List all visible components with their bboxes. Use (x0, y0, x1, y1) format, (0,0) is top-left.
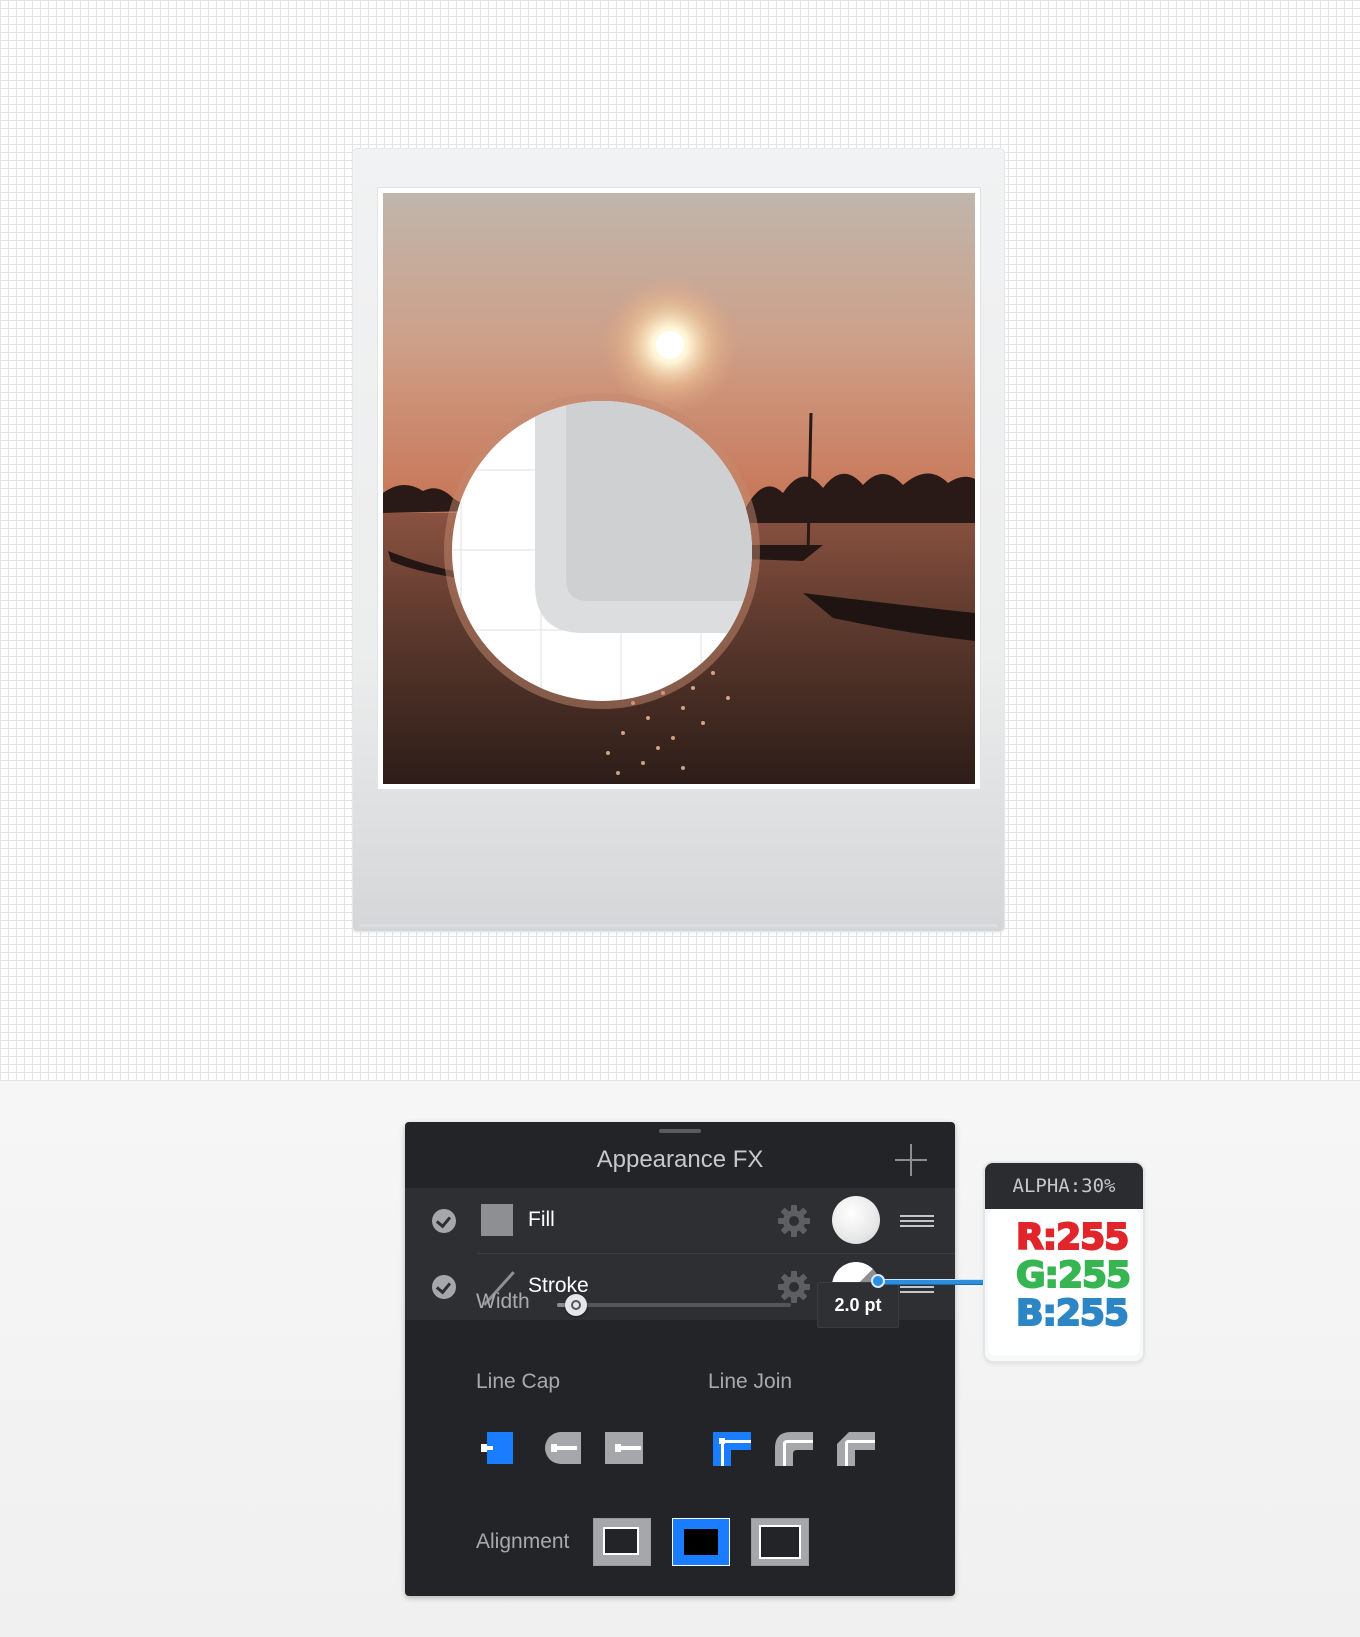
fill-settings-gear-icon[interactable] (777, 1204, 811, 1238)
line-cap-label: Line Cap (476, 1370, 561, 1393)
align-outside-button[interactable] (751, 1518, 809, 1566)
align-outside-icon (759, 1525, 801, 1559)
fill-drag-handle-icon[interactable] (900, 1215, 934, 1227)
line-join-label: Line Join (708, 1370, 793, 1393)
butt-cap-icon[interactable] (481, 1430, 521, 1466)
stroke-visibility-check-icon[interactable] (432, 1275, 456, 1299)
add-effect-button[interactable] (895, 1144, 927, 1176)
callout-connector-line (878, 1279, 985, 1285)
fill-row[interactable]: Fill (405, 1188, 955, 1254)
square-cap-icon[interactable] (603, 1430, 643, 1466)
alignment-label: Alignment (476, 1530, 570, 1553)
red-value: R:255 (1015, 1217, 1130, 1258)
round-join-icon[interactable] (773, 1430, 813, 1466)
width-value-field[interactable]: 2.0 pt (817, 1282, 899, 1328)
round-cap-icon[interactable] (541, 1430, 581, 1466)
rgb-values: R:255 G:255 B:255 (988, 1209, 1140, 1355)
color-value-callout: ALPHA:30% R:255 G:255 B:255 (985, 1163, 1143, 1361)
sunset-photo[interactable] (383, 193, 975, 784)
alpha-value: ALPHA:30% (985, 1163, 1143, 1209)
fill-color-swatch[interactable] (832, 1196, 880, 1244)
fill-square-icon (481, 1204, 513, 1236)
align-center-button[interactable] (672, 1518, 730, 1566)
width-slider-knob[interactable] (564, 1294, 587, 1316)
align-inside-button[interactable] (593, 1518, 651, 1566)
panel-drag-handle[interactable] (659, 1129, 701, 1133)
width-label: Width (476, 1290, 530, 1313)
miter-join-icon[interactable] (711, 1430, 751, 1466)
align-inside-icon (603, 1527, 639, 1555)
stroke-settings-gear-icon[interactable] (777, 1270, 811, 1304)
bevel-join-icon[interactable] (835, 1430, 875, 1466)
fill-label: Fill (528, 1208, 555, 1231)
fill-visibility-check-icon[interactable] (432, 1209, 456, 1233)
callout-anchor-dot (871, 1274, 885, 1288)
green-value: G:255 (1015, 1255, 1132, 1296)
blue-value: B:255 (1015, 1293, 1130, 1334)
width-slider-track[interactable] (557, 1303, 791, 1307)
appearance-fx-panel: Appearance FX Fill Stroke Width 2.0 pt L… (405, 1122, 955, 1596)
align-center-icon (684, 1529, 718, 1555)
panel-title: Appearance FX (596, 1146, 764, 1173)
